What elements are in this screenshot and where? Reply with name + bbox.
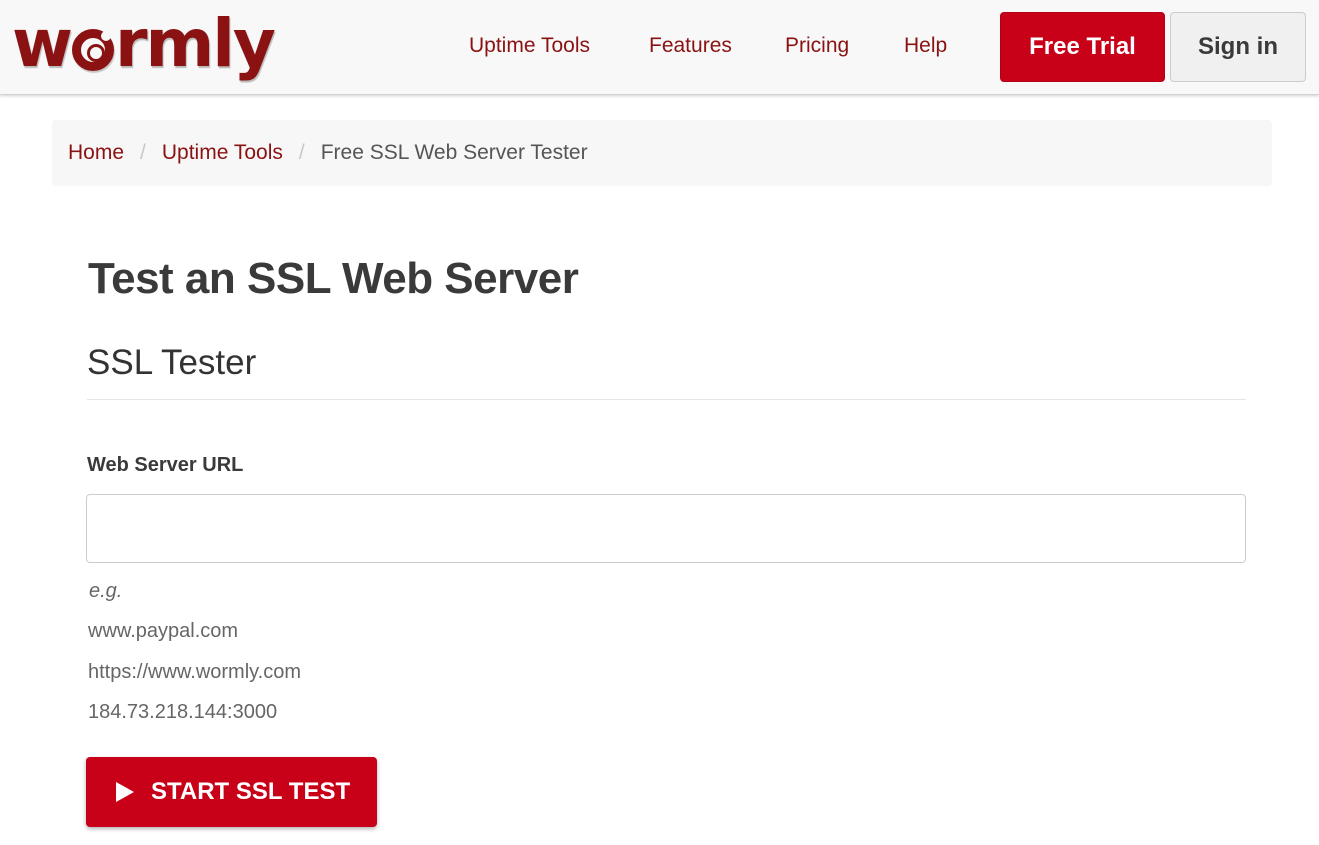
start-ssl-test-button[interactable]: START SSL TEST bbox=[86, 757, 377, 827]
help-example: www.paypal.com bbox=[88, 620, 239, 642]
sign-in-button[interactable]: Sign in bbox=[1170, 12, 1306, 82]
breadcrumb-current: Free SSL Web Server Tester bbox=[320, 141, 588, 164]
web-server-url-input[interactable] bbox=[86, 494, 1246, 563]
web-server-url-label: Web Server URL bbox=[87, 454, 244, 476]
breadcrumb-uptime-tools[interactable]: Uptime Tools bbox=[162, 141, 283, 165]
divider bbox=[87, 399, 1246, 400]
nav-help[interactable]: Help bbox=[904, 34, 947, 58]
free-trial-button[interactable]: Free Trial bbox=[1000, 12, 1165, 82]
nav-uptime-tools[interactable]: Uptime Tools bbox=[469, 34, 590, 58]
site-header: w rmly Uptime Tools Features Pricing Hel… bbox=[0, 0, 1319, 95]
help-example: 184.73.218.144:3000 bbox=[88, 701, 278, 723]
start-ssl-test-label: START SSL TEST bbox=[151, 778, 351, 805]
help-eg-text: e.g. bbox=[89, 580, 123, 602]
logo-text-w: w bbox=[12, 4, 73, 82]
nav-features[interactable]: Features bbox=[649, 34, 732, 58]
wormly-logo[interactable]: w rmly bbox=[12, 2, 276, 84]
breadcrumb-home[interactable]: Home bbox=[68, 141, 124, 165]
nav-pricing[interactable]: Pricing bbox=[785, 34, 849, 58]
breadcrumb: Home / Uptime Tools / Free SSL Web Serve… bbox=[52, 120, 1272, 186]
play-icon bbox=[116, 782, 134, 802]
breadcrumb-separator: / bbox=[298, 141, 305, 164]
worm-o-icon bbox=[71, 29, 114, 71]
logo-text-rmly: rmly bbox=[114, 4, 276, 82]
page-title: Test an SSL Web Server bbox=[88, 254, 579, 303]
help-example: https://www.wormly.com bbox=[88, 661, 301, 683]
breadcrumb-separator: / bbox=[140, 141, 146, 164]
section-title: SSL Tester bbox=[87, 343, 257, 382]
